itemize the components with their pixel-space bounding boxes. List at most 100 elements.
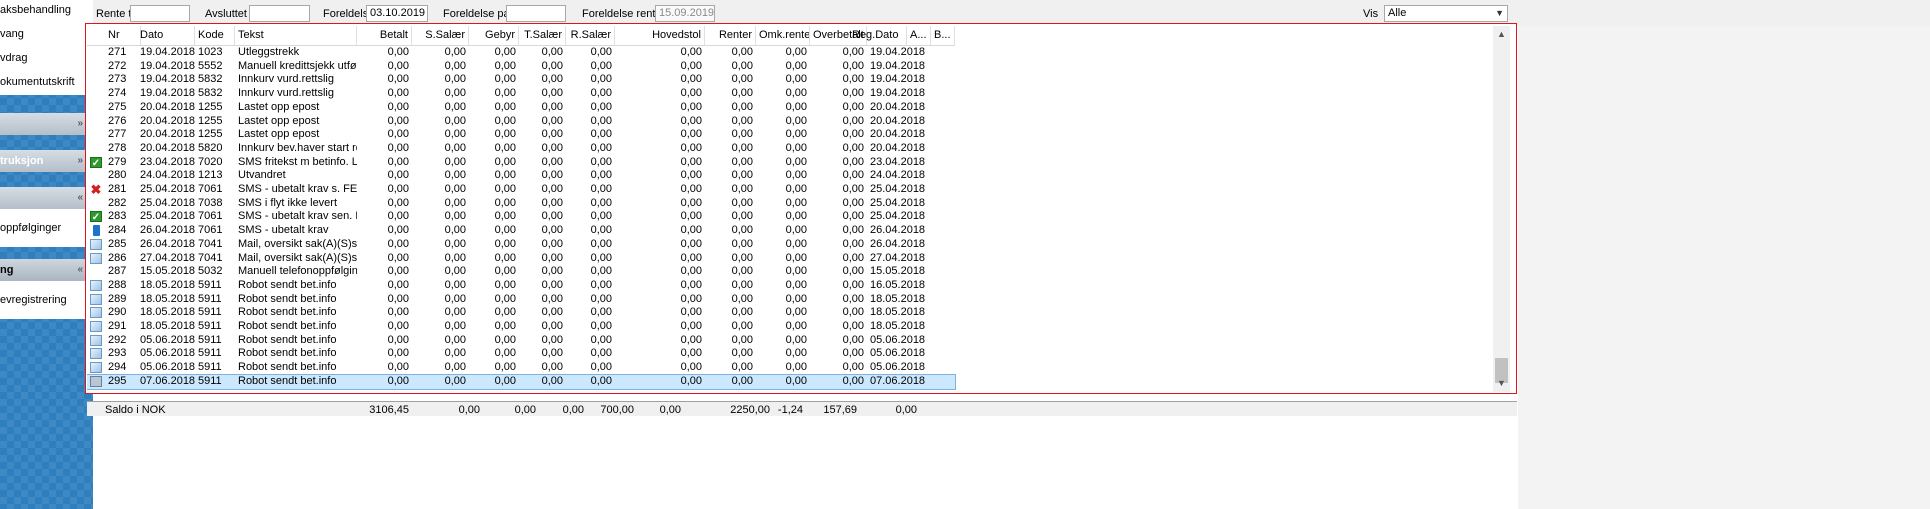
- column-header-13[interactable]: Reg.Dato: [849, 26, 907, 45]
- table-row[interactable]: ✖ 281 25.04.2018 7061 SMS - ubetalt krav s. …: [87, 183, 955, 197]
- column-header-6[interactable]: Gebyr: [469, 26, 519, 45]
- cell-kode: 5911: [198, 292, 222, 305]
- table-row[interactable]: 278 20.04.2018 5820 Innkurv bev.haver start…: [87, 142, 955, 156]
- right-panel: [1518, 26, 1930, 509]
- cell-v7: 0,00: [785, 265, 807, 278]
- table-row[interactable]: 284 26.04.2018 7061 SMS - ubetalt krav 0,00 0…: [87, 224, 955, 238]
- column-header-10[interactable]: Renter: [705, 26, 756, 45]
- sidebar-section-3[interactable]: «: [0, 187, 93, 209]
- column-header-2[interactable]: Kode: [195, 26, 235, 45]
- cell-v5: 0,00: [680, 320, 702, 332]
- cell-v8: 0,00: [842, 224, 864, 237]
- rente-til-input[interactable]: [130, 5, 190, 22]
- table-row[interactable]: 277 20.04.2018 1255 Lastet opp epost 0,00 0,0…: [87, 128, 955, 142]
- sidebar-link-oppfolginger[interactable]: oppfølginger: [0, 222, 61, 234]
- column-header-1[interactable]: Dato: [137, 26, 195, 45]
- cell-v6: 0,00: [731, 347, 753, 360]
- column-header-15[interactable]: B...: [931, 26, 955, 45]
- table-row[interactable]: 273 19.04.2018 5832 Innkurv vurd.rettslig 0,…: [87, 73, 955, 87]
- foreldelse-pant-input[interactable]: [506, 5, 566, 22]
- cell-nr: 273: [108, 73, 127, 86]
- column-header-11[interactable]: Omk.rente: [756, 26, 810, 45]
- table-row[interactable]: 294 05.06.2018 5911 Robot sendt bet.info 0,0…: [87, 361, 955, 375]
- table-row[interactable]: 282 25.04.2018 7038 SMS i flyt ikke levert 0…: [87, 197, 955, 211]
- table-row[interactable]: 293 05.06.2018 5911 Robot sendt bet.info 0,0…: [87, 347, 955, 361]
- table-row[interactable]: 291 18.05.2018 5911 Robot sendt bet.info 0,0…: [87, 320, 955, 334]
- scroll-down-arrow-icon[interactable]: ▼: [1493, 375, 1510, 392]
- cell-v3: 0,00: [541, 251, 563, 264]
- cell-v6: 0,00: [731, 128, 753, 141]
- table-row[interactable]: 274 19.04.2018 5832 Innkurv vurd.rettslig 0,…: [87, 87, 955, 101]
- sidebar-link-avdrag[interactable]: vdrag: [0, 52, 28, 64]
- sidebar-section-instruksjon[interactable]: truksjon »: [0, 150, 93, 172]
- cell-v5: 0,00: [680, 87, 702, 100]
- cell-kode: 5911: [198, 278, 222, 291]
- cell-v4: 0,00: [590, 237, 612, 250]
- table-row[interactable]: ✓ 283 25.04.2018 7061 SMS - ubetalt krav sen…: [87, 210, 955, 224]
- table-row[interactable]: 287 15.05.2018 5032 Manuell telefonoppfølgi…: [87, 265, 955, 279]
- cell-v0: 0,00: [387, 128, 409, 141]
- cell-v6: 0,00: [731, 196, 753, 209]
- cell-v7: 0,00: [785, 46, 807, 58]
- scroll-up-arrow-icon[interactable]: ▲: [1493, 26, 1510, 43]
- column-header-8[interactable]: R.Salær: [566, 26, 615, 45]
- cell-v8: 0,00: [842, 87, 864, 100]
- cell-v6: 0,00: [731, 155, 753, 168]
- cell-v1: 0,00: [444, 224, 466, 237]
- cell-dato: 20.04.2018: [140, 114, 195, 127]
- sidebar-section-registrering[interactable]: ng «: [0, 259, 93, 281]
- cell-reg: 20.04.2018: [870, 128, 925, 141]
- sidebar-link-hendelsesregistrering[interactable]: evregistrering: [0, 294, 67, 306]
- cell-nr: 291: [108, 320, 127, 332]
- sidebar-section-1[interactable]: »: [0, 113, 93, 135]
- table-row[interactable]: 285 26.04.2018 7041 Mail, oversikt sak(A)(S…: [87, 238, 955, 252]
- sidebar-link-dokumentutskrift[interactable]: okumentutskrift: [0, 76, 75, 88]
- cell-v3: 0,00: [541, 320, 563, 332]
- foreldelse-renter-input[interactable]: 15.09.2019: [655, 5, 715, 22]
- column-header-14[interactable]: A...: [907, 26, 931, 45]
- vis-select[interactable]: Alle ▼: [1384, 5, 1508, 22]
- cell-v0: 0,00: [387, 237, 409, 250]
- cell-v7: 0,00: [785, 114, 807, 127]
- cell-reg: 19.04.2018: [870, 87, 925, 100]
- cell-nr: 284: [108, 224, 127, 237]
- table-row-selected[interactable]: 295 07.06.2018 5911 Robot sendt bet.info 0,0…: [87, 373, 956, 390]
- cell-v7: 0,00: [785, 347, 807, 360]
- column-header-4[interactable]: Betalt: [357, 26, 412, 45]
- table-row[interactable]: 288 18.05.2018 5911 Robot sendt bet.info 0,0…: [87, 279, 955, 293]
- column-header-7[interactable]: T.Salær: [519, 26, 566, 45]
- column-header-5[interactable]: S.Salær: [412, 26, 469, 45]
- cell-v1: 0,00: [444, 169, 466, 182]
- table-row[interactable]: 280 24.04.2018 1213 Utvandret 0,00 0,00 0,00 0,…: [87, 169, 955, 183]
- sidebar-link-gang[interactable]: vang: [0, 28, 24, 40]
- table-row[interactable]: 290 18.05.2018 5911 Robot sendt bet.info 0,0…: [87, 306, 955, 320]
- cell-tekst: Mail, oversikt sak(A)(S)sendt: [238, 237, 357, 250]
- cell-v0: 0,00: [387, 224, 409, 237]
- vis-label: Vis: [1363, 8, 1379, 20]
- column-header-9[interactable]: Hovedstol: [615, 26, 705, 45]
- cell-reg: 23.04.2018: [870, 155, 925, 168]
- cell-v7: 0,00: [785, 59, 807, 72]
- cell-v7: 0,00: [785, 224, 807, 237]
- cell-v1: 0,00: [444, 87, 466, 100]
- table-row[interactable]: ✓ 279 23.04.2018 7020 SMS fritekst m betinfo…: [87, 156, 955, 170]
- table-row[interactable]: 275 20.04.2018 1255 Lastet opp epost 0,00 0,0…: [87, 101, 955, 115]
- footer-label: Saldo i NOK: [105, 404, 166, 416]
- column-header-3[interactable]: Tekst: [235, 26, 357, 45]
- table-row[interactable]: 292 05.06.2018 5911 Robot sendt bet.info 0,0…: [87, 334, 955, 348]
- avsluttet-input[interactable]: [249, 5, 310, 22]
- table-row[interactable]: 272 19.04.2018 5552 Manuell kredittsjekk ut…: [87, 60, 955, 74]
- chevron-down-icon: »: [77, 118, 83, 129]
- table-row[interactable]: 286 27.04.2018 7041 Mail, oversikt sak(A)(S…: [87, 252, 955, 266]
- table-row[interactable]: 276 20.04.2018 1255 Lastet opp epost 0,00 0,0…: [87, 115, 955, 129]
- cell-v6: 0,00: [731, 292, 753, 305]
- table-row[interactable]: 271 19.04.2018 1023 Utleggstrekk 0,00 0,00 0,0…: [87, 46, 955, 60]
- foreldelse-input[interactable]: 03.10.2019: [366, 5, 428, 22]
- vertical-scrollbar[interactable]: ▲ ▼: [1493, 26, 1510, 392]
- table-row[interactable]: 289 18.05.2018 5911 Robot sendt bet.info 0,0…: [87, 293, 955, 307]
- column-header-0[interactable]: Nr: [105, 26, 141, 45]
- cell-v2: 0,00: [494, 169, 516, 182]
- cell-v8: 0,00: [842, 278, 864, 291]
- sidebar-link-saksbehandling[interactable]: aksbehandling: [0, 4, 71, 16]
- cell-v0: 0,00: [387, 196, 409, 209]
